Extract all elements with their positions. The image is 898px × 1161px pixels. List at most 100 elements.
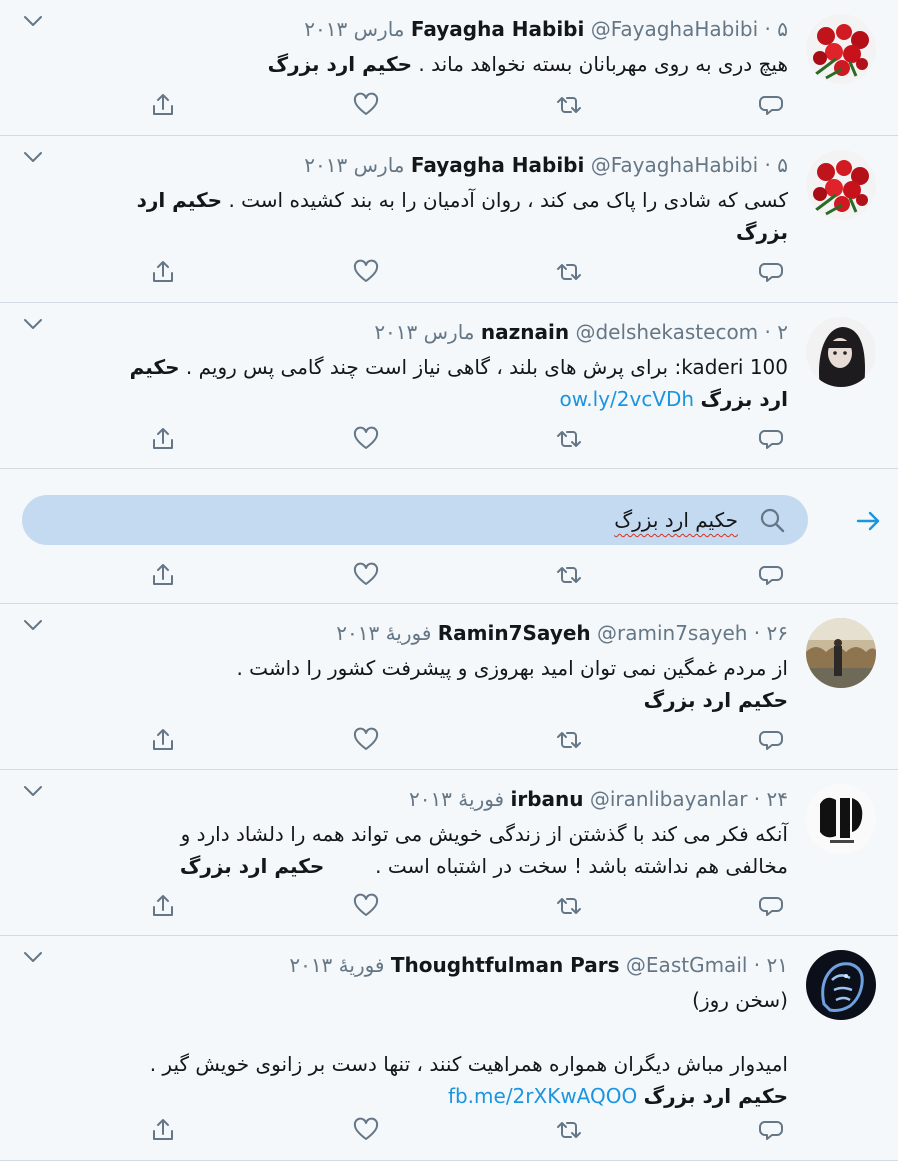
tweet-text: (سخن روز) امیدوار مباش دیگران همواره همر…: [149, 988, 788, 1108]
reply-button[interactable]: [756, 560, 786, 590]
chevron-down-icon[interactable]: [24, 317, 42, 331]
search-input[interactable]: حکیم ارد بزرگ: [22, 495, 808, 545]
handle[interactable]: @ramin7sayeh: [597, 621, 747, 645]
retweet-button[interactable]: [554, 90, 584, 120]
tweet-link[interactable]: fb.me/2rXKwAQOO: [448, 1084, 637, 1108]
share-button[interactable]: [148, 257, 178, 287]
share-icon: [150, 562, 176, 588]
like-button[interactable]: [351, 424, 381, 454]
hashtag-bold: حکیم ارد بزرگ: [643, 688, 788, 712]
chevron-down-icon[interactable]: [24, 784, 42, 798]
tweet[interactable]: Fayagha Habibi @FayaghaHabibi · ۵ مارس ۲…: [0, 136, 898, 303]
separator-dot: ·: [764, 153, 771, 177]
retweet-button[interactable]: [554, 257, 584, 287]
tweet-header: Ramin7Sayeh @ramin7sayeh · ۲۶ فوریهٔ ۲۰۱…: [336, 618, 788, 648]
avatar[interactable]: [806, 950, 876, 1020]
share-button[interactable]: [148, 1115, 178, 1145]
tweet-header: irbanu @iranlibayanlar · ۲۴ فوریهٔ ۲۰۱۳: [409, 784, 788, 814]
heart-icon: [353, 92, 379, 118]
share-button[interactable]: [148, 725, 178, 755]
retweet-icon: [556, 893, 582, 919]
chevron-down-icon[interactable]: [24, 150, 42, 164]
hashtag-bold: حکیم: [129, 355, 180, 379]
heart-icon: [353, 562, 379, 588]
tweet[interactable]: Fayagha Habibi @FayaghaHabibi · ۵ مارس ۲…: [0, 0, 898, 136]
heart-icon: [353, 426, 379, 452]
retweet-button[interactable]: [554, 424, 584, 454]
fullname[interactable]: Fayagha Habibi: [411, 17, 585, 41]
share-button[interactable]: [148, 560, 178, 590]
reply-button[interactable]: [756, 424, 786, 454]
reply-button[interactable]: [756, 257, 786, 287]
chevron-down-icon[interactable]: [24, 14, 42, 28]
avatar[interactable]: [806, 14, 876, 84]
chevron-down-icon[interactable]: [24, 618, 42, 632]
tweet-text: آنکه فکر می کند با گذشتن از زندگی خویش م…: [179, 822, 788, 878]
share-icon: [150, 92, 176, 118]
tweet-link[interactable]: ow.ly/2vcVDh: [560, 387, 695, 411]
fullname[interactable]: Fayagha Habibi: [411, 153, 585, 177]
handle[interactable]: @FayaghaHabibi: [591, 17, 758, 41]
hashtag-bold: حکیم ارد بزرگ: [643, 1084, 788, 1108]
reply-button[interactable]: [756, 90, 786, 120]
fullname[interactable]: Thoughtfulman Pars: [391, 953, 620, 977]
tweet[interactable]: Ramin7Sayeh @ramin7sayeh · ۲۶ فوریهٔ ۲۰۱…: [0, 604, 898, 770]
reply-icon: [758, 893, 784, 919]
fullname[interactable]: naznain: [481, 320, 569, 344]
fullname[interactable]: irbanu: [510, 787, 583, 811]
tweet-text: کسی که شادی را پاک می کند ، روان آدمیان …: [136, 188, 788, 244]
reply-button[interactable]: [756, 1115, 786, 1145]
reply-icon: [758, 92, 784, 118]
like-button[interactable]: [351, 891, 381, 921]
reply-icon: [758, 426, 784, 452]
separator-dot: ·: [753, 953, 761, 977]
tweet-text: از مردم غمگین نمی توان امید بهروزی و پیش…: [236, 656, 788, 712]
handle[interactable]: @FayaghaHabibi: [591, 153, 758, 177]
separator-dot: ·: [764, 17, 771, 41]
tweet[interactable]: Thoughtfulman Pars @EastGmail · ۲۱ فوریه…: [0, 936, 898, 1161]
retweet-icon: [556, 259, 582, 285]
reply-icon: [758, 727, 784, 753]
tweet[interactable]: naznain @delshekastecom · ۲ مارس ۲۰۱۳ ka…: [0, 303, 898, 469]
share-button[interactable]: [148, 424, 178, 454]
handle[interactable]: @EastGmail: [626, 953, 748, 977]
share-button[interactable]: [148, 90, 178, 120]
retweet-icon: [556, 727, 582, 753]
fullname[interactable]: Ramin7Sayeh: [438, 621, 591, 645]
search-icon[interactable]: [758, 506, 786, 534]
retweet-button[interactable]: [554, 1115, 584, 1145]
separator-dot: ·: [753, 787, 761, 811]
avatar[interactable]: [806, 784, 876, 854]
separator-dot: ·: [753, 621, 761, 645]
avatar[interactable]: [806, 618, 876, 688]
share-icon: [150, 893, 176, 919]
tweet-text: kaderi 100: برای پرش های بلند ، گاهی نیا…: [129, 355, 788, 411]
avatar[interactable]: [806, 150, 876, 220]
handle[interactable]: @iranlibayanlar: [590, 787, 748, 811]
hashtag-bold: حکیم ارد بزرگ: [267, 52, 413, 76]
handle[interactable]: @delshekastecom: [575, 320, 758, 344]
reply-button[interactable]: [756, 725, 786, 755]
retweet-button[interactable]: [554, 891, 584, 921]
reply-button[interactable]: [756, 891, 786, 921]
like-button[interactable]: [351, 725, 381, 755]
avatar[interactable]: [806, 317, 876, 387]
like-button[interactable]: [351, 90, 381, 120]
search-query[interactable]: حکیم ارد بزرگ: [614, 503, 738, 537]
like-button[interactable]: [351, 1115, 381, 1145]
tweet-header: naznain @delshekastecom · ۲ مارس ۲۰۱۳: [374, 317, 788, 347]
chevron-down-icon[interactable]: [24, 950, 42, 964]
tweet[interactable]: irbanu @iranlibayanlar · ۲۴ فوریهٔ ۲۰۱۳ …: [0, 770, 898, 936]
retweet-button[interactable]: [554, 560, 584, 590]
like-button[interactable]: [351, 257, 381, 287]
reply-icon: [758, 562, 784, 588]
tweet-text: هیچ دری به روی مهربانان بسته نخواهد ماند…: [267, 52, 788, 76]
reply-icon: [758, 1117, 784, 1143]
retweet-button[interactable]: [554, 725, 584, 755]
retweet-icon: [556, 562, 582, 588]
search-bar: حکیم ارد بزرگ: [0, 468, 898, 561]
like-button[interactable]: [351, 560, 381, 590]
heart-icon: [353, 893, 379, 919]
share-button[interactable]: [148, 891, 178, 921]
arrow-right-icon[interactable]: [854, 507, 882, 535]
